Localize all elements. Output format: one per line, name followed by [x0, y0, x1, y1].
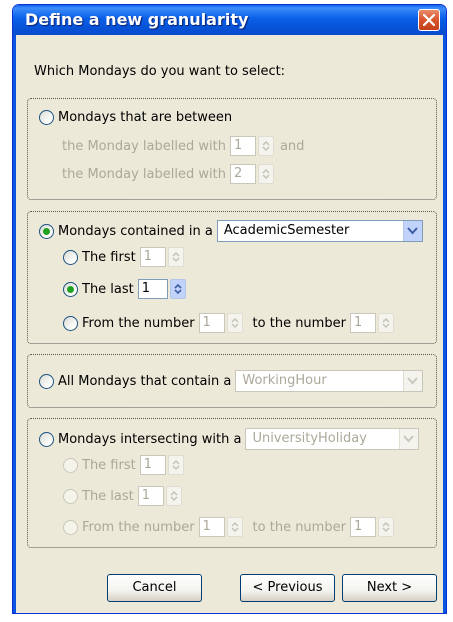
previous-button[interactable]: < Previous: [240, 574, 335, 602]
spinner-arrows-icon: [167, 455, 184, 475]
spinner-arrows-icon: [377, 517, 394, 537]
between-line-2: the Monday labelled with 2: [62, 164, 274, 184]
between-start-spinner: 1: [229, 136, 274, 156]
intersect-last-spinner: 1: [137, 486, 182, 506]
last-spinner[interactable]: 1: [137, 279, 186, 299]
between-start-value: 1: [229, 136, 256, 156]
between-line-1: the Monday labelled with 1 and: [62, 136, 304, 156]
radio-last[interactable]: [63, 281, 78, 297]
between-end-value: 2: [229, 164, 256, 184]
spinner-arrows-icon: [226, 313, 243, 333]
contained-dropdown-value: AcademicSemester: [223, 223, 350, 238]
option-contained-label: Mondays contained in a: [58, 223, 213, 239]
option-last[interactable]: The last 1: [63, 279, 186, 299]
window-title: Define a new granularity: [25, 10, 249, 29]
intersect-option-last: The last 1: [63, 486, 182, 506]
option-contained[interactable]: Mondays contained in a AcademicSemester: [39, 220, 423, 242]
contained-granularity-dropdown[interactable]: AcademicSemester: [216, 220, 423, 242]
spinner-arrows-icon: [257, 164, 274, 184]
option-between[interactable]: Mondays that are between: [39, 110, 232, 125]
chevron-down-icon: [403, 371, 423, 391]
radio-intersect[interactable]: [39, 431, 54, 447]
option-from-number[interactable]: From the number 1 to the number 1: [63, 313, 394, 333]
window-border-right: [443, 35, 446, 613]
between-end-spinner: 2: [229, 164, 274, 184]
title-bar[interactable]: Define a new granularity: [13, 5, 446, 35]
radio-contained[interactable]: [39, 223, 54, 239]
question-label: Which Mondays do you want to select:: [34, 64, 286, 79]
spinner-arrows-icon: [226, 517, 243, 537]
between-line1-label: the Monday labelled with: [62, 138, 226, 154]
intersect-from-label: From the number: [82, 519, 195, 535]
next-button[interactable]: Next >: [342, 574, 437, 602]
option-intersect[interactable]: Mondays intersecting with a UniversityHo…: [39, 428, 420, 450]
intersect-first-label: The first: [82, 457, 136, 473]
contain-granularity-dropdown: WorkingHour: [235, 370, 424, 392]
to-number-label: to the number: [252, 315, 346, 331]
intersect-from-value: 1: [198, 517, 225, 537]
spinner-arrows-icon: [165, 486, 182, 506]
last-label: The last: [82, 281, 134, 297]
spinner-arrows-icon: [257, 136, 274, 156]
from-number-value: 1: [198, 313, 225, 333]
radio-contain[interactable]: [39, 373, 54, 389]
option-between-label: Mondays that are between: [58, 110, 233, 125]
first-value: 1: [139, 247, 166, 267]
close-icon: [423, 14, 435, 26]
last-value[interactable]: 1: [137, 279, 168, 299]
intersect-option-from: From the number 1 to the number 1: [63, 517, 394, 537]
radio-intersect-first: [63, 457, 78, 473]
intersect-to-spinner: 1: [349, 517, 394, 537]
between-and-label: and: [279, 138, 305, 154]
contain-dropdown-value: WorkingHour: [242, 373, 327, 388]
radio-between[interactable]: [39, 110, 54, 125]
radio-first[interactable]: [63, 249, 78, 265]
first-label: The first: [82, 249, 136, 265]
intersect-from-spinner: 1: [198, 517, 243, 537]
chevron-down-icon[interactable]: [402, 221, 422, 241]
close-button[interactable]: [418, 9, 440, 31]
window-border-left: [13, 35, 16, 613]
intersect-option-first: The first 1: [63, 455, 184, 475]
intersect-to-value: 1: [349, 517, 376, 537]
from-number-label: From the number: [82, 315, 195, 331]
spinner-arrows-icon[interactable]: [169, 279, 186, 299]
chevron-down-icon: [399, 429, 419, 449]
intersect-to-label: to the number: [252, 519, 346, 535]
option-first[interactable]: The first 1: [63, 247, 184, 267]
radio-from-number[interactable]: [63, 315, 78, 331]
intersect-last-label: The last: [82, 488, 134, 504]
spinner-arrows-icon: [167, 247, 184, 267]
to-number-value: 1: [349, 313, 376, 333]
first-spinner: 1: [139, 247, 184, 267]
spinner-arrows-icon: [377, 313, 394, 333]
intersect-last-value: 1: [137, 486, 164, 506]
radio-intersect-last: [63, 488, 78, 504]
intersect-first-spinner: 1: [139, 455, 184, 475]
option-contain-label: All Mondays that contain a: [58, 373, 232, 389]
from-number-spinner: 1: [198, 313, 243, 333]
to-number-spinner: 1: [349, 313, 394, 333]
between-line2-label: the Monday labelled with: [62, 166, 226, 182]
intersect-dropdown-value: UniversityHoliday: [252, 431, 367, 446]
option-contain[interactable]: All Mondays that contain a WorkingHour: [39, 370, 424, 392]
option-intersect-label: Mondays intersecting with a: [58, 431, 242, 447]
radio-intersect-from: [63, 519, 78, 535]
intersect-first-value: 1: [139, 455, 166, 475]
cancel-button[interactable]: Cancel: [107, 574, 202, 602]
intersect-granularity-dropdown: UniversityHoliday: [245, 428, 420, 450]
